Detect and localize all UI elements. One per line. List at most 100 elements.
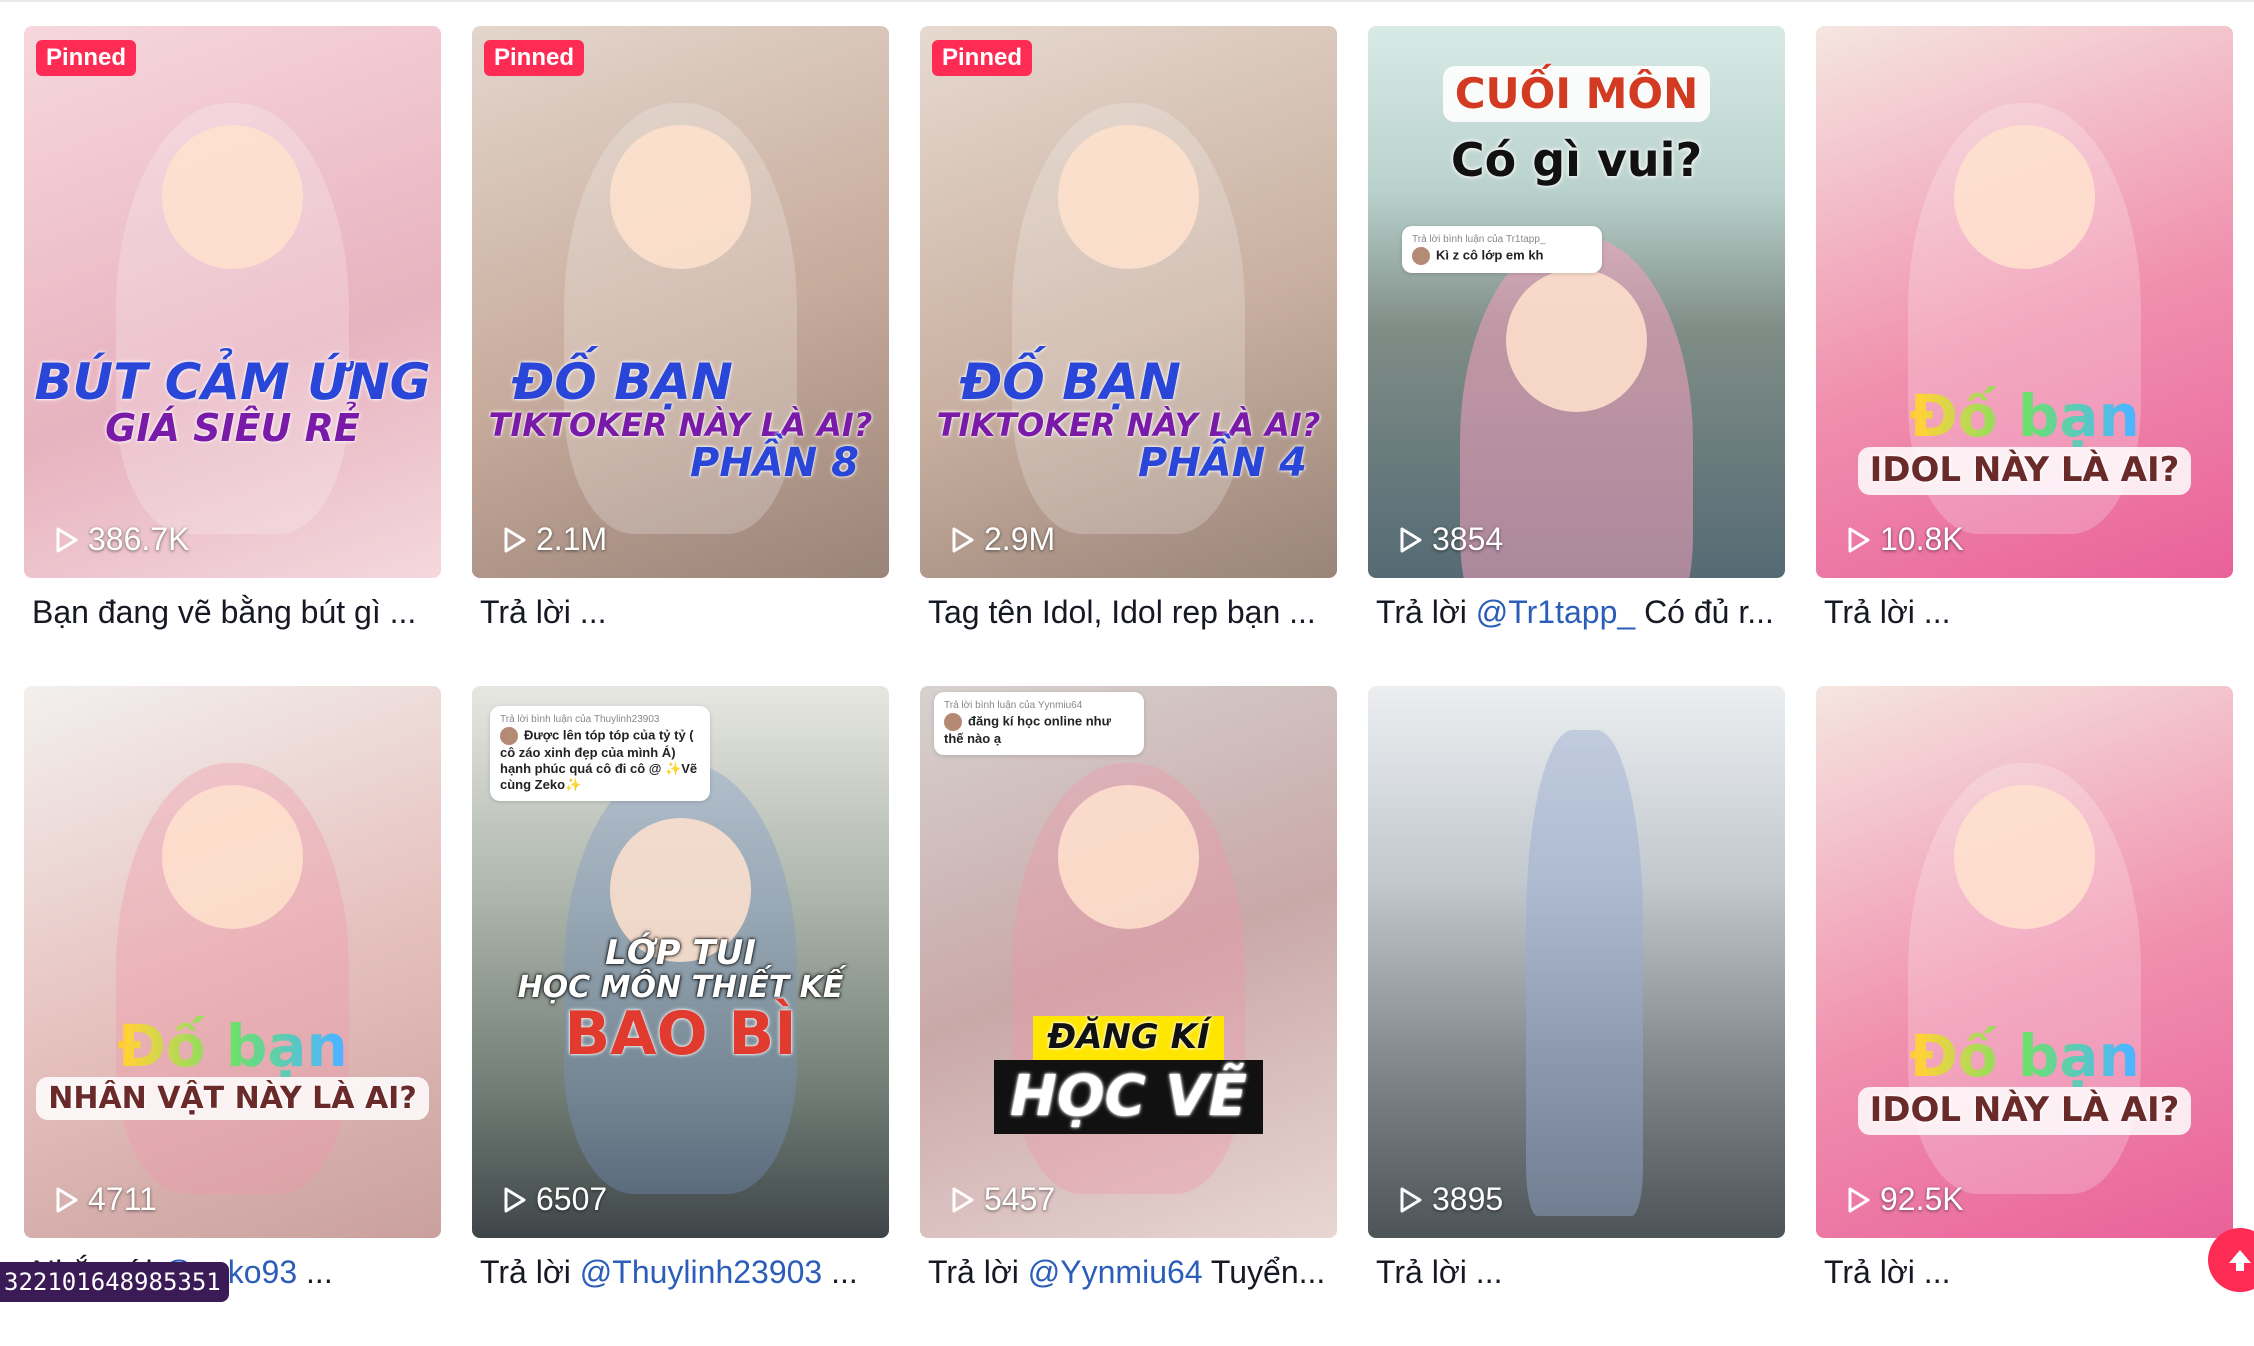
view-count: 6507 xyxy=(502,1181,607,1218)
video-caption[interactable]: Trả lời ... xyxy=(1368,1250,1776,1294)
video-thumbnail[interactable]: 3895 xyxy=(1368,686,1785,1238)
view-count-value: 92.5K xyxy=(1880,1181,1964,1217)
video-thumbnail[interactable]: Pinned ĐỐ BẠN TIKTOKER NÀY LÀ AI? PHẦN 8… xyxy=(472,26,889,578)
video-card[interactable]: CUỐI MÔN Có gì vui? Trả lời bình luận củ… xyxy=(1368,26,1785,686)
reply-comment-bubble: Trả lời bình luận của Yynmiu64 đăng kí h… xyxy=(934,692,1144,755)
comment-header: Trả lời bình luận của Tr1tapp_ xyxy=(1412,234,1546,245)
video-card[interactable]: Đố bạn IDOL NÀY LÀ AI? 92.5K Trả lời ... xyxy=(1816,686,2233,1346)
play-outline-icon xyxy=(504,527,526,552)
thumbnail-face xyxy=(1057,785,1200,929)
view-count-value: 3854 xyxy=(1432,521,1504,557)
video-thumbnail[interactable]: Đố bạn IDOL NÀY LÀ AI? 92.5K xyxy=(1816,686,2233,1238)
overlay-title: ĐỐ BẠN TIKTOKER NÀY LÀ AI? PHẦN 4 xyxy=(920,356,1337,484)
video-card[interactable]: 3895 Trả lời ... xyxy=(1368,686,1785,1346)
overlay-line: ĐỐ BẠN xyxy=(960,353,1181,411)
caption-mention-link[interactable]: @Tr1tapp_ xyxy=(1476,594,1635,630)
video-thumbnail[interactable]: Pinned ĐỐ BẠN TIKTOKER NÀY LÀ AI? PHẦN 4… xyxy=(920,26,1337,578)
view-count: 4711 xyxy=(54,1181,157,1218)
caption-text: Tag tên Idol, Idol rep bạn ... xyxy=(928,594,1316,630)
video-card[interactable]: Pinned BÚT CẢM ỨNG GIÁ SIÊU RẺ 386.7K Bạ… xyxy=(24,26,441,686)
video-card[interactable]: Pinned ĐỐ BẠN TIKTOKER NÀY LÀ AI? PHẦN 8… xyxy=(472,26,889,686)
play-outline-icon xyxy=(952,1187,974,1212)
caption-text-rest: Tuyển... xyxy=(1202,1254,1326,1290)
thumbnail-face xyxy=(609,125,752,269)
caption-mention-link[interactable]: @Thuylinh23903 xyxy=(580,1254,822,1290)
caption-mention-link[interactable]: @Yynmiu64 xyxy=(1028,1254,1203,1290)
overlay-title: LỚP TUI HỌC MÔN THIẾT KẾ BAO BÌ xyxy=(472,935,889,1070)
video-caption[interactable]: Tag tên Idol, Idol rep bạn ... xyxy=(920,590,1328,634)
video-card[interactable]: Trả lời bình luận của Thuylinh23903 Được… xyxy=(472,686,889,1346)
top-divider xyxy=(0,0,2254,2)
play-outline-icon xyxy=(1848,1187,1870,1212)
avatar xyxy=(500,726,518,745)
overlay-title: ĐỐ BẠN TIKTOKER NÀY LÀ AI? PHẦN 8 xyxy=(472,356,889,484)
overlay-title: Đố bạn IDOL NÀY LÀ AI? xyxy=(1816,386,2233,495)
comment-body: đăng kí học online như thế nào ạ xyxy=(944,712,1112,746)
avatar xyxy=(1412,246,1430,265)
comment-body: Được lên tóp tóp của tỷ tỷ ( cô záo xinh… xyxy=(500,726,698,792)
video-caption[interactable]: Trả lời ... xyxy=(1816,590,2224,634)
thumbnail-face xyxy=(1953,125,2096,269)
view-count-value: 10.8K xyxy=(1880,521,1964,557)
view-count-value: 4711 xyxy=(88,1181,157,1217)
video-card[interactable]: Trả lời bình luận của Yynmiu64 đăng kí h… xyxy=(920,686,1337,1346)
play-outline-icon xyxy=(952,527,974,552)
overlay-line: GIÁ SIÊU RẺ xyxy=(105,405,360,450)
overlay-title: ĐĂNG KÍ HỌC VẼ xyxy=(920,1016,1337,1135)
play-outline-icon xyxy=(56,527,78,552)
video-caption[interactable]: Bạn đang vẽ bằng bút gì ... xyxy=(24,590,432,634)
video-caption[interactable]: Trả lời ... xyxy=(1816,1250,2224,1294)
overlay-title: Đố bạn NHÂN VẬT NÀY LÀ AI? xyxy=(24,1016,441,1121)
scroll-top-icon xyxy=(2229,1250,2251,1271)
overlay-line: TIKTOKER NÀY LÀ AI? xyxy=(936,405,1321,444)
video-thumbnail[interactable]: Pinned BÚT CẢM ỨNG GIÁ SIÊU RẺ 386.7K xyxy=(24,26,441,578)
avatar xyxy=(944,712,962,731)
view-count: 3895 xyxy=(1398,1181,1503,1218)
overlay-line: BAO BÌ xyxy=(564,999,797,1070)
overlay-line: HỌC VẼ xyxy=(994,1059,1263,1135)
comment-body: Kì z cô lớp em kh xyxy=(1436,246,1544,262)
caption-text-rest: Có đủ r... xyxy=(1635,594,1774,630)
video-thumbnail[interactable]: Đố bạn IDOL NÀY LÀ AI? 10.8K xyxy=(1816,26,2233,578)
overlay-line: ĐỐ BẠN xyxy=(512,353,733,411)
overlay-line: PHẦN 4 xyxy=(1138,440,1307,487)
video-card[interactable]: Pinned ĐỐ BẠN TIKTOKER NÀY LÀ AI? PHẦN 4… xyxy=(920,26,1337,686)
overlay-title: Đố bạn IDOL NÀY LÀ AI? xyxy=(1816,1026,2233,1135)
video-grid: Pinned BÚT CẢM ỨNG GIÁ SIÊU RẺ 386.7K Bạ… xyxy=(24,26,2233,1346)
video-caption[interactable]: Trả lời @Thuylinh23903 ... xyxy=(472,1250,880,1294)
thumbnail-face xyxy=(161,125,304,269)
view-count-value: 2.9M xyxy=(984,521,1056,557)
video-caption[interactable]: Trả lời @Yynmiu64 Tuyển... xyxy=(920,1250,1328,1294)
caption-text: Trả lời ... xyxy=(1376,1254,1503,1290)
pinned-badge: Pinned xyxy=(484,40,585,76)
pinned-badge: Pinned xyxy=(932,40,1033,76)
pinned-badge: Pinned xyxy=(36,40,137,76)
comment-header: Trả lời bình luận của Yynmiu64 xyxy=(944,700,1083,711)
video-card[interactable]: Đố bạn NHÂN VẬT NÀY LÀ AI? 4711 Nhắc tới… xyxy=(24,686,441,1346)
caption-text: Trả lời xyxy=(928,1254,1028,1290)
view-count-value: 3895 xyxy=(1432,1181,1504,1217)
video-caption[interactable]: Trả lời ... xyxy=(472,590,880,634)
overlay-line: Đố bạn xyxy=(1816,386,2233,447)
view-count-value: 386.7K xyxy=(88,521,190,557)
video-card[interactable]: Đố bạn IDOL NÀY LÀ AI? 10.8K Trả lời ... xyxy=(1816,26,2233,686)
video-thumbnail[interactable]: CUỐI MÔN Có gì vui? Trả lời bình luận củ… xyxy=(1368,26,1785,578)
video-thumbnail[interactable]: Trả lời bình luận của Yynmiu64 đăng kí h… xyxy=(920,686,1337,1238)
view-count-value: 2.1M xyxy=(536,521,608,557)
view-count: 386.7K xyxy=(54,521,189,558)
view-count: 5457 xyxy=(950,1181,1055,1218)
caption-text: Trả lời xyxy=(1376,594,1476,630)
video-thumbnail[interactable]: Trả lời bình luận của Thuylinh23903 Được… xyxy=(472,686,889,1238)
thumbnail-figure xyxy=(1526,730,1644,1216)
video-caption[interactable]: Trả lời @Tr1tapp_ Có đủ r... xyxy=(1368,590,1776,634)
caption-text: Bạn đang vẽ bằng bút gì ... xyxy=(32,594,417,630)
overlay-line: Đố bạn xyxy=(1816,1026,2233,1087)
overlay-line: BÚT CẢM ỨNG xyxy=(34,353,431,411)
caption-text: Trả lời ... xyxy=(480,594,607,630)
view-count-value: 6507 xyxy=(536,1181,608,1217)
view-count: 3854 xyxy=(1398,521,1503,558)
thumbnail-face xyxy=(161,785,304,929)
video-thumbnail[interactable]: Đố bạn NHÂN VẬT NÀY LÀ AI? 4711 xyxy=(24,686,441,1238)
reply-comment-bubble: Trả lời bình luận của Thuylinh23903 Được… xyxy=(490,706,710,802)
play-outline-icon xyxy=(1400,1187,1422,1212)
